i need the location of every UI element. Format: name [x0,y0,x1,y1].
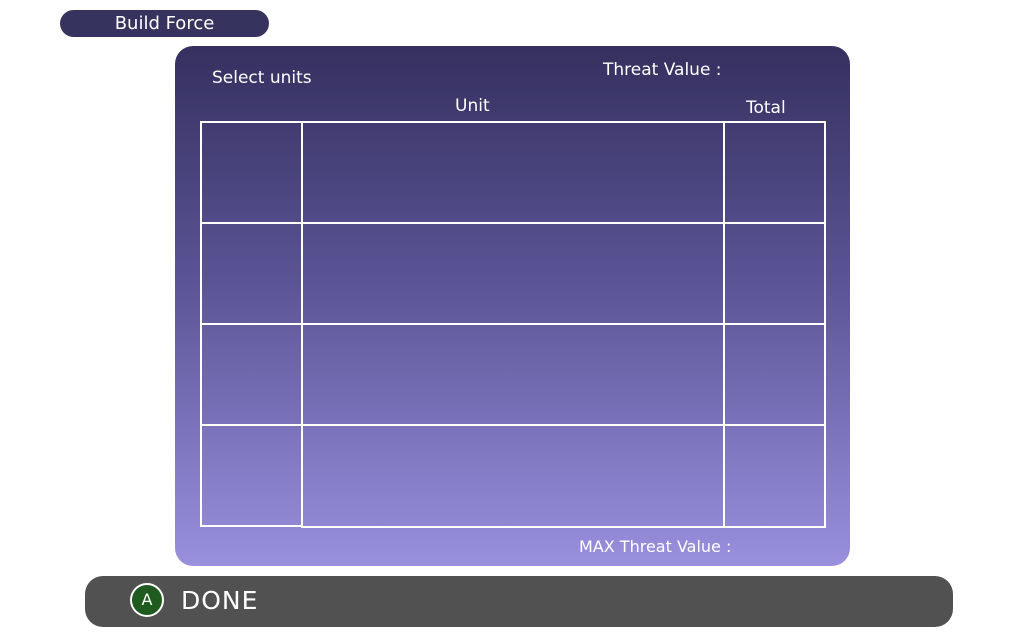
unit-slot-icon-4[interactable] [202,426,301,525]
unit-slot-total-4 [725,426,824,526]
table-divider [301,526,826,528]
build-force-screen: Build Force Select units Threat Value : … [0,0,1024,640]
unit-column-header: Unit [455,96,490,116]
done-button[interactable]: A DONE [85,576,953,627]
table-divider [200,525,301,527]
select-units-label: Select units [212,68,312,88]
max-threat-value-label: MAX Threat Value : [579,537,732,556]
a-button-icon: A [130,583,164,617]
total-column-header: Total [746,98,786,118]
unit-slot-icon-1[interactable] [202,123,301,222]
unit-slot-total-1 [725,123,824,222]
done-label: DONE [181,586,259,615]
unit-slot-name-4[interactable] [303,426,723,526]
unit-table [200,121,826,528]
unit-slot-name-3[interactable] [303,325,723,424]
unit-slot-name-2[interactable] [303,224,723,323]
unit-slot-name-1[interactable] [303,123,723,222]
threat-value-label: Threat Value : [603,60,722,80]
unit-slot-icon-3[interactable] [202,325,301,424]
unit-slot-total-3 [725,325,824,424]
page-title: Build Force [60,10,269,37]
unit-slot-total-2 [725,224,824,323]
unit-selection-panel: Select units Threat Value : Unit Total M… [175,46,850,566]
unit-slot-icon-2[interactable] [202,224,301,323]
table-divider [824,121,826,528]
